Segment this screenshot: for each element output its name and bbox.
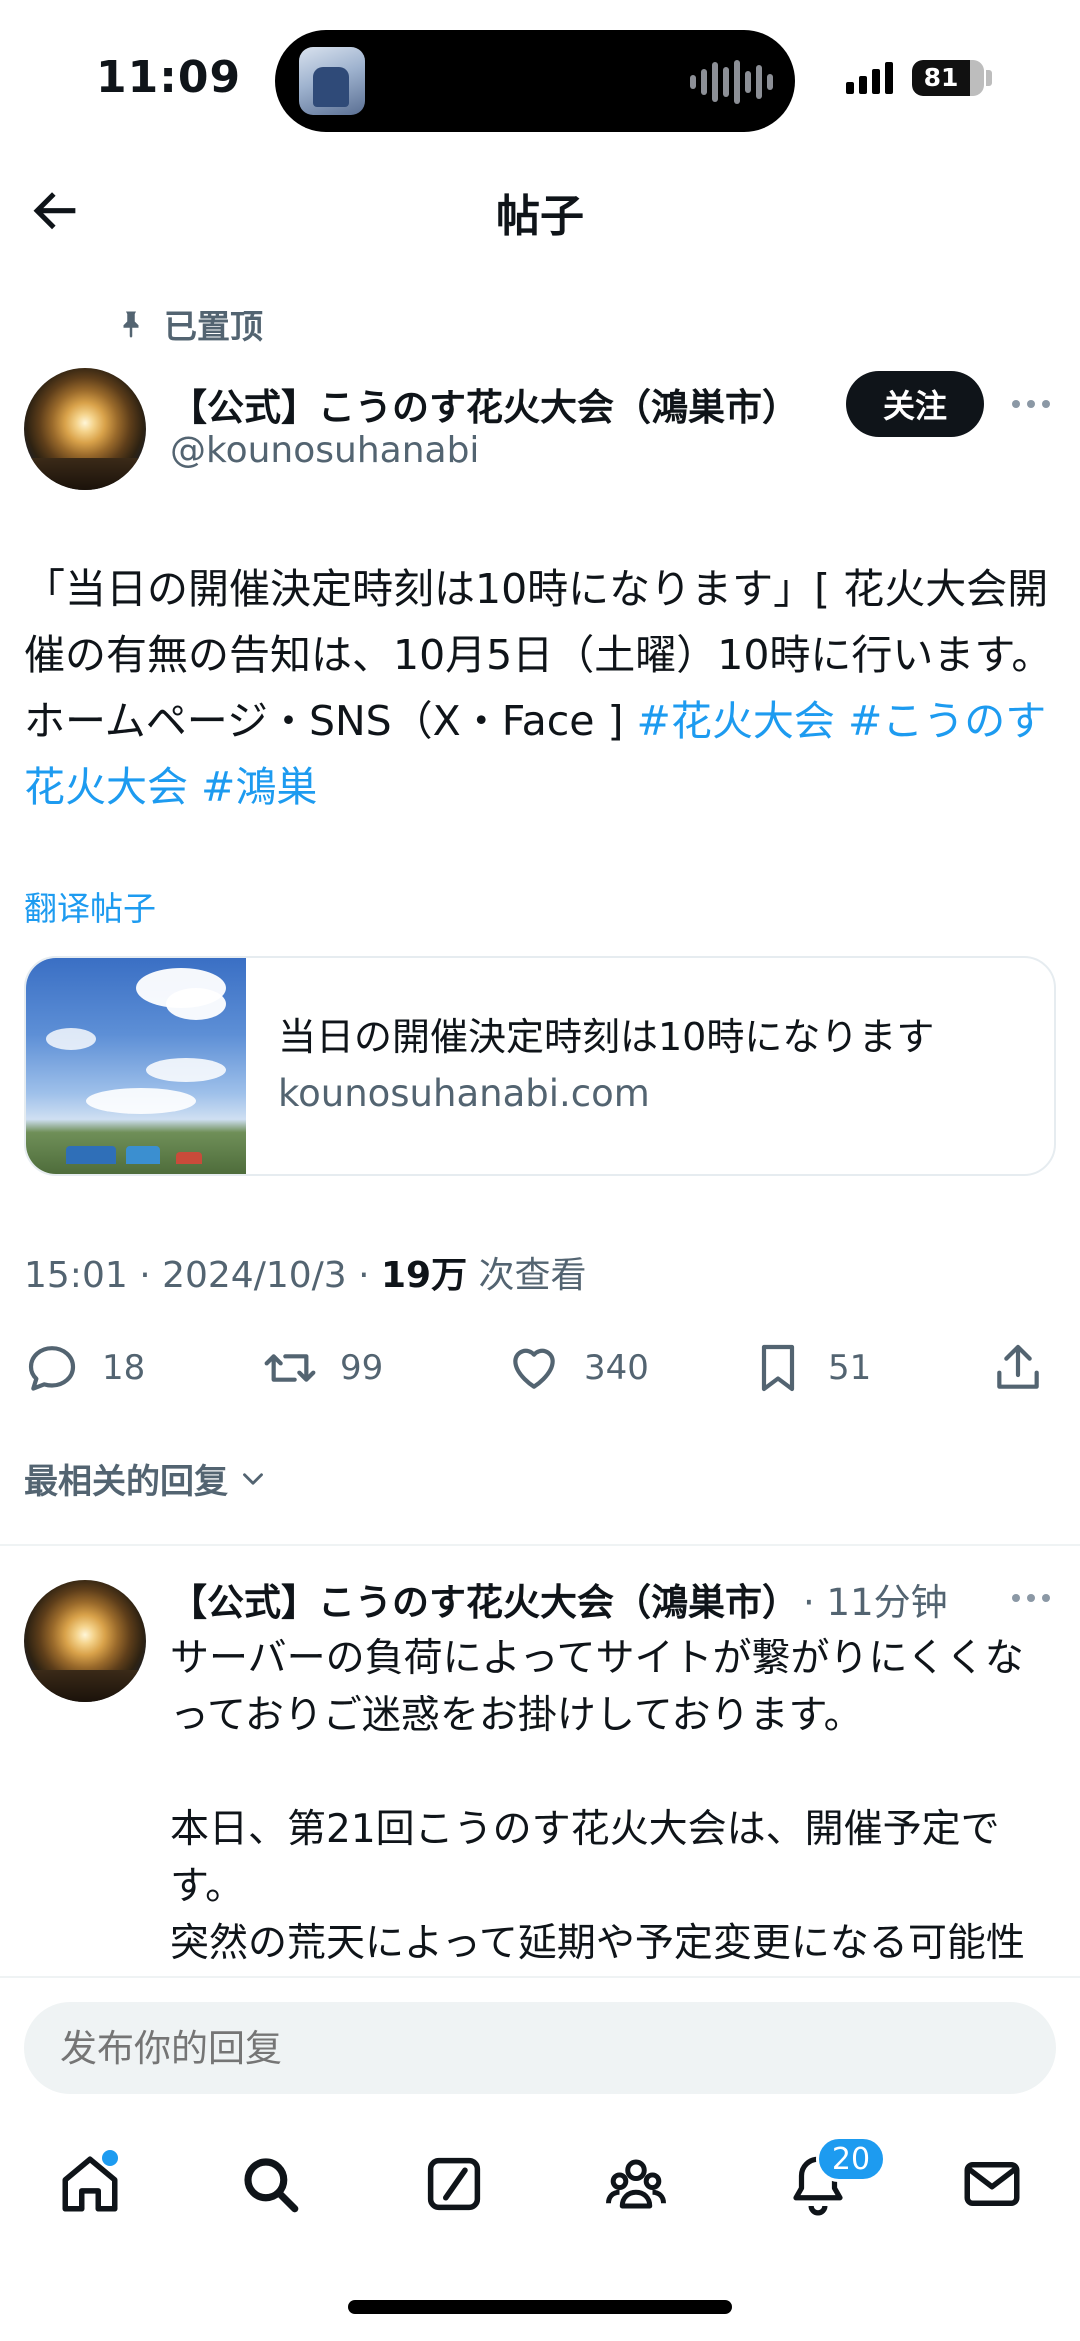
translate-post-link[interactable]: 翻译帖子 — [24, 882, 156, 930]
reply-icon — [28, 1346, 76, 1391]
bookmark-icon — [761, 1344, 795, 1392]
repost-button[interactable]: 99 — [262, 1334, 383, 1402]
reply-header: 【公式】こうのす花火大会（鴻巣市） · 11分钟 — [170, 1572, 970, 1626]
views-label: 次查看 — [467, 1255, 587, 1296]
post-text: 「当日の開催決定時刻は10時になります」[ 花火大会開催の有無の告知は、10月5… — [24, 556, 1064, 820]
share-button[interactable] — [990, 1334, 1046, 1402]
battery-percent: 81 — [923, 63, 959, 92]
link-card-domain: kounosuhanabi.com — [278, 1072, 650, 1115]
repost-count: 99 — [340, 1348, 384, 1388]
link-card-title: 当日の開催決定時刻は10時になります — [278, 1015, 935, 1059]
battery-cap — [986, 70, 992, 86]
share-icon — [997, 1344, 1039, 1389]
post-timestamp: 15:01 · 2024/10/3 · — [24, 1255, 381, 1296]
reply-avatar[interactable] — [24, 1580, 146, 1702]
messages-icon[interactable] — [952, 2144, 1032, 2224]
reply-button[interactable]: 18 — [24, 1334, 145, 1402]
reply-timestamp: · 11分钟 — [803, 1581, 948, 1624]
repost-icon — [264, 1354, 316, 1382]
reply-count: 18 — [102, 1348, 146, 1388]
reply-sort-dropdown[interactable]: 最相关的回复 — [24, 1454, 270, 1503]
communities-icon[interactable] — [596, 2144, 676, 2224]
home-icon[interactable] — [50, 2144, 130, 2224]
more-options-icon[interactable] — [1012, 400, 1050, 408]
like-count: 340 — [584, 1348, 649, 1388]
pinned-label: 已置顶 — [164, 307, 263, 346]
avatar[interactable] — [24, 368, 146, 490]
grok-icon[interactable] — [414, 2144, 494, 2224]
search-icon[interactable] — [230, 2144, 310, 2224]
top-bar: 帖子 — [0, 160, 1080, 260]
link-preview-image — [26, 958, 246, 1174]
bottom-tab-bar — [0, 2130, 1080, 2240]
follow-button[interactable]: 关注 — [846, 371, 984, 437]
status-time: 11:09 — [96, 52, 242, 103]
status-bar: 11:09 81 — [0, 0, 1080, 160]
reply-more-options-icon[interactable] — [1012, 1594, 1050, 1602]
notifications-badge: 20 — [816, 2136, 886, 2182]
dynamic-island[interactable] — [275, 30, 795, 132]
page-title: 帖子 — [496, 191, 584, 242]
hashtag-link[interactable]: #鴻巣 — [201, 763, 317, 811]
view-count[interactable]: 19万 — [381, 1255, 467, 1296]
divider — [0, 1544, 1080, 1546]
hashtag-link[interactable]: #花火大会 — [637, 697, 835, 745]
home-unread-dot — [102, 2150, 118, 2166]
now-playing-artwork — [299, 47, 365, 115]
reply-text: サーバーの負荷によってサイトが繋がりにくくなっておりご迷惑をお掛けしております。… — [170, 1636, 1025, 1966]
post-meta: 15:01 · 2024/10/3 · 19万 次查看 — [24, 1246, 587, 1298]
author-name[interactable]: 【公式】こうのす花火大会（鴻巣市） — [170, 377, 830, 431]
audio-waveform-icon — [690, 60, 773, 104]
author-handle[interactable]: @kounosuhanabi — [170, 430, 479, 471]
bookmark-button[interactable]: 51 — [750, 1334, 871, 1402]
like-button[interactable]: 340 — [506, 1334, 649, 1402]
chevron-down-icon — [243, 1472, 263, 1485]
battery-icon: 81 — [912, 60, 984, 96]
reply-author-name[interactable]: 【公式】こうのす花火大会（鴻巣市） — [170, 1572, 799, 1626]
post-actions: 18 99 340 51 — [0, 1334, 1080, 1402]
bookmark-count: 51 — [828, 1348, 872, 1388]
pinned-indicator: 已置顶 — [116, 300, 263, 348]
reply-input[interactable] — [24, 2002, 1056, 2094]
home-indicator — [348, 2300, 732, 2314]
cellular-signal-icon — [846, 62, 893, 94]
reply-composer-bar — [0, 1976, 1080, 2100]
link-preview-card[interactable]: 当日の開催決定時刻は10時になります kounosuhanabi.com — [24, 956, 1056, 1176]
heart-icon — [513, 1348, 555, 1389]
reply-sort-label: 最相关的回复 — [24, 1462, 228, 1502]
pin-icon — [123, 311, 139, 338]
